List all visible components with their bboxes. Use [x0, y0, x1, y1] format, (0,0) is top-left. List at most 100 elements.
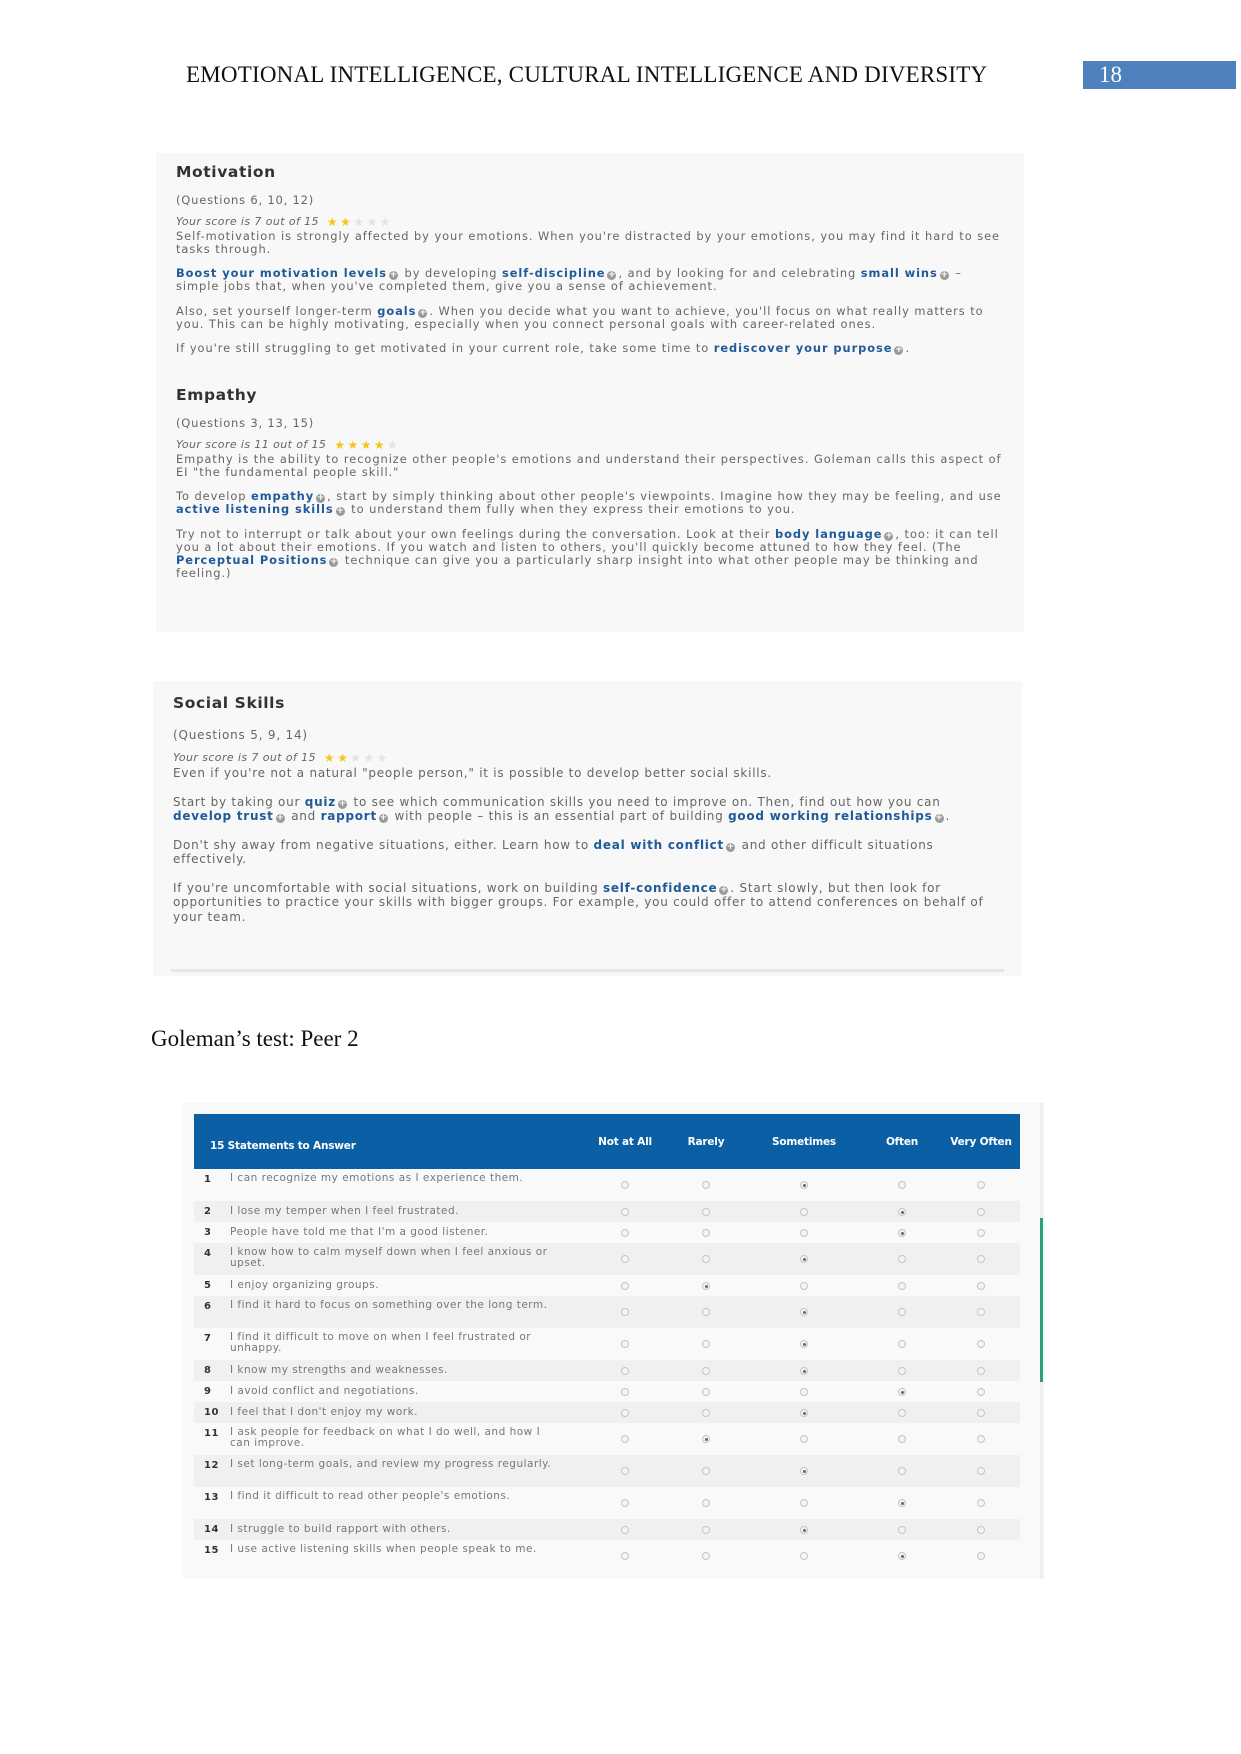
radio-sometimes[interactable]: [800, 1340, 808, 1348]
radio-very-often[interactable]: [977, 1499, 985, 1507]
link[interactable]: deal with conflict: [594, 838, 724, 852]
radio-rarely[interactable]: [702, 1229, 710, 1237]
radio-often[interactable]: [898, 1467, 906, 1475]
radio-very-often[interactable]: [977, 1467, 985, 1475]
link[interactable]: empathy: [251, 489, 314, 503]
plus-circle-icon[interactable]: +: [378, 814, 388, 823]
link[interactable]: self-discipline: [502, 266, 605, 280]
radio-rarely[interactable]: [702, 1552, 710, 1560]
radio-often[interactable]: [898, 1367, 906, 1375]
radio-often[interactable]: [898, 1526, 906, 1534]
radio-very-often[interactable]: [977, 1229, 985, 1237]
radio-rarely[interactable]: [702, 1526, 710, 1534]
radio-not-at-all[interactable]: [621, 1499, 629, 1507]
radio-not-at-all[interactable]: [621, 1208, 629, 1216]
link[interactable]: active listening skills: [176, 502, 334, 516]
link[interactable]: rediscover your purpose: [714, 341, 893, 355]
radio-not-at-all[interactable]: [621, 1181, 629, 1189]
radio-very-often[interactable]: [977, 1181, 985, 1189]
radio-often[interactable]: [898, 1409, 906, 1417]
radio-rarely[interactable]: [702, 1467, 710, 1475]
radio-rarely[interactable]: [702, 1435, 710, 1443]
link[interactable]: small wins: [861, 266, 938, 280]
link[interactable]: Perceptual Positions: [176, 553, 327, 567]
radio-very-often[interactable]: [977, 1255, 985, 1263]
radio-often[interactable]: [898, 1181, 906, 1189]
radio-often[interactable]: [898, 1435, 906, 1443]
radio-very-often[interactable]: [977, 1409, 985, 1417]
radio-often[interactable]: [898, 1388, 906, 1396]
plus-circle-icon[interactable]: +: [275, 814, 285, 823]
radio-sometimes[interactable]: [800, 1499, 808, 1507]
link[interactable]: develop trust: [173, 809, 274, 823]
link[interactable]: quiz: [305, 795, 336, 809]
radio-often[interactable]: [898, 1229, 906, 1237]
radio-sometimes[interactable]: [800, 1255, 808, 1263]
plus-circle-icon[interactable]: +: [337, 799, 347, 809]
radio-very-often[interactable]: [977, 1208, 985, 1216]
radio-not-at-all[interactable]: [621, 1255, 629, 1263]
radio-rarely[interactable]: [702, 1367, 710, 1375]
radio-sometimes[interactable]: [800, 1308, 808, 1316]
radio-rarely[interactable]: [702, 1282, 710, 1290]
plus-circle-icon[interactable]: +: [894, 346, 904, 355]
radio-sometimes[interactable]: [800, 1467, 808, 1475]
radio-sometimes[interactable]: [800, 1181, 808, 1189]
radio-not-at-all[interactable]: [621, 1388, 629, 1396]
radio-rarely[interactable]: [702, 1388, 710, 1396]
radio-rarely[interactable]: [702, 1499, 710, 1507]
radio-sometimes[interactable]: [800, 1435, 808, 1443]
radio-rarely[interactable]: [702, 1308, 710, 1316]
link[interactable]: Boost your motivation levels: [176, 266, 387, 280]
link[interactable]: rapport: [321, 809, 377, 823]
radio-not-at-all[interactable]: [621, 1552, 629, 1560]
radio-often[interactable]: [898, 1499, 906, 1507]
radio-rarely[interactable]: [702, 1208, 710, 1216]
radio-often[interactable]: [898, 1208, 906, 1216]
plus-circle-icon[interactable]: +: [934, 814, 944, 823]
radio-sometimes[interactable]: [800, 1282, 808, 1290]
radio-often[interactable]: [898, 1308, 906, 1316]
link[interactable]: goals: [377, 304, 416, 318]
radio-not-at-all[interactable]: [621, 1340, 629, 1348]
radio-sometimes[interactable]: [800, 1409, 808, 1417]
radio-not-at-all[interactable]: [621, 1308, 629, 1316]
radio-sometimes[interactable]: [800, 1526, 808, 1534]
radio-rarely[interactable]: [702, 1409, 710, 1417]
link[interactable]: body language: [775, 527, 882, 541]
radio-not-at-all[interactable]: [621, 1282, 629, 1290]
link[interactable]: good working relationships: [728, 809, 932, 823]
radio-very-often[interactable]: [977, 1526, 985, 1534]
radio-very-often[interactable]: [977, 1388, 985, 1396]
radio-sometimes[interactable]: [800, 1388, 808, 1396]
plus-circle-icon[interactable]: +: [939, 271, 949, 280]
radio-not-at-all[interactable]: [621, 1229, 629, 1237]
radio-sometimes[interactable]: [800, 1229, 808, 1237]
scrollbar-thumb[interactable]: [1040, 1218, 1043, 1382]
radio-rarely[interactable]: [702, 1255, 710, 1263]
radio-very-often[interactable]: [977, 1308, 985, 1316]
plus-circle-icon[interactable]: +: [719, 885, 729, 895]
radio-not-at-all[interactable]: [621, 1526, 629, 1534]
plus-circle-icon[interactable]: +: [335, 507, 345, 516]
radio-rarely[interactable]: [702, 1181, 710, 1189]
radio-sometimes[interactable]: [800, 1552, 808, 1560]
radio-not-at-all[interactable]: [621, 1435, 629, 1443]
radio-not-at-all[interactable]: [621, 1367, 629, 1375]
radio-often[interactable]: [898, 1282, 906, 1290]
radio-sometimes[interactable]: [800, 1367, 808, 1375]
radio-very-often[interactable]: [977, 1552, 985, 1560]
radio-very-often[interactable]: [977, 1435, 985, 1443]
plus-circle-icon[interactable]: +: [329, 557, 339, 567]
radio-not-at-all[interactable]: [621, 1467, 629, 1475]
radio-very-often[interactable]: [977, 1367, 985, 1375]
radio-often[interactable]: [898, 1255, 906, 1263]
plus-circle-icon[interactable]: +: [726, 842, 736, 852]
radio-very-often[interactable]: [977, 1282, 985, 1290]
radio-not-at-all[interactable]: [621, 1409, 629, 1417]
radio-sometimes[interactable]: [800, 1208, 808, 1216]
radio-often[interactable]: [898, 1340, 906, 1348]
radio-often[interactable]: [898, 1552, 906, 1560]
link[interactable]: self-confidence: [603, 881, 717, 895]
radio-rarely[interactable]: [702, 1340, 710, 1348]
